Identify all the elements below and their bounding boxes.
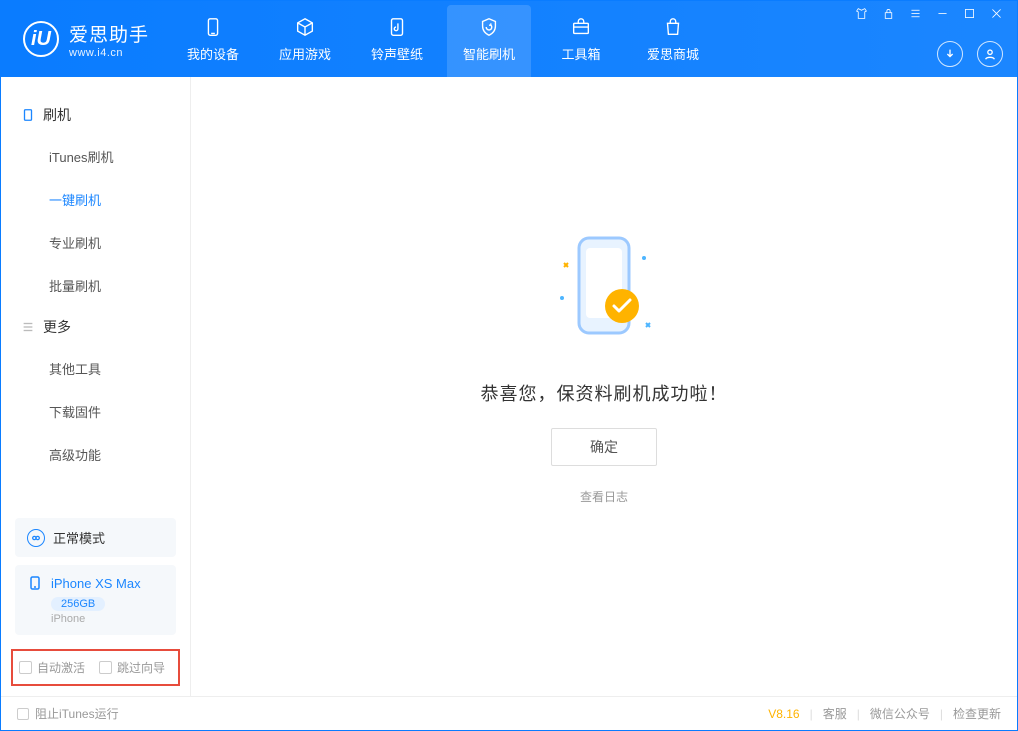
separator: | (810, 707, 813, 721)
checkbox-label: 阻止iTunes运行 (35, 705, 119, 722)
tab-label: 我的设备 (187, 44, 239, 63)
sidebar-item-advanced[interactable]: 高级功能 (1, 433, 190, 476)
device-card[interactable]: iPhone XS Max 256GB iPhone (15, 565, 176, 635)
sidebar-item-pro-flash[interactable]: 专业刷机 (1, 221, 190, 264)
header: iU 爱思助手 www.i4.cn 我的设备 应用游戏 铃声壁纸 智能刷机 工具… (1, 1, 1017, 77)
main-content: 恭喜您，保资料刷机成功啦！ 确定 查看日志 (191, 77, 1017, 696)
app-name-en: www.i4.cn (69, 47, 149, 59)
phone-icon (202, 16, 224, 38)
tab-ringtone-wallpaper[interactable]: 铃声壁纸 (351, 1, 443, 77)
checkbox-skip-guide[interactable]: 跳过向导 (99, 659, 165, 676)
sidebar-item-itunes-flash[interactable]: iTunes刷机 (1, 135, 190, 178)
close-icon[interactable] (990, 7, 1003, 20)
device-icon (21, 108, 35, 122)
tab-smart-flash[interactable]: 智能刷机 (443, 1, 535, 77)
checkbox-label: 自动激活 (37, 659, 85, 676)
shield-refresh-icon (478, 16, 500, 38)
footer-link-wechat[interactable]: 微信公众号 (870, 705, 930, 722)
sidebar: 刷机 iTunes刷机 一键刷机 专业刷机 批量刷机 更多 其他工具 下载固件 … (1, 77, 191, 696)
checkbox-icon (17, 708, 29, 720)
footer: 阻止iTunes运行 V8.16 | 客服 | 微信公众号 | 检查更新 (1, 696, 1017, 730)
tab-label: 工具箱 (562, 44, 601, 63)
shirt-icon[interactable] (855, 7, 868, 20)
cube-icon (294, 16, 316, 38)
success-message: 恭喜您，保资料刷机成功啦！ (481, 380, 728, 406)
tab-label: 智能刷机 (463, 44, 515, 63)
tab-apps-games[interactable]: 应用游戏 (259, 1, 351, 77)
device-name: iPhone XS Max (51, 576, 141, 591)
version-text: V8.16 (768, 707, 799, 721)
user-icon (983, 47, 997, 61)
tab-label: 爱思商城 (647, 44, 699, 63)
sidebar-group-flash: 刷机 (1, 95, 190, 135)
user-controls (937, 41, 1003, 67)
view-log-link[interactable]: 查看日志 (580, 488, 628, 505)
status-icon (27, 529, 45, 547)
sidebar-item-oneclick-flash[interactable]: 一键刷机 (1, 178, 190, 221)
tab-store[interactable]: 爱思商城 (627, 1, 719, 77)
main-tabs: 我的设备 应用游戏 铃声壁纸 智能刷机 工具箱 爱思商城 (167, 1, 719, 77)
phone-small-icon (27, 575, 43, 591)
logo-text: 爱思助手 www.i4.cn (69, 20, 149, 59)
status-card[interactable]: 正常模式 (15, 518, 176, 557)
header-right (855, 1, 1003, 77)
maximize-icon[interactable] (963, 7, 976, 20)
separator: | (857, 707, 860, 721)
device-storage: 256GB (51, 597, 105, 611)
ok-button[interactable]: 确定 (551, 428, 657, 466)
sidebar-item-download-firmware[interactable]: 下载固件 (1, 390, 190, 433)
user-button[interactable] (977, 41, 1003, 67)
sidebar-item-other-tools[interactable]: 其他工具 (1, 347, 190, 390)
checkbox-label: 跳过向导 (117, 659, 165, 676)
bag-icon (662, 16, 684, 38)
toolbox-icon (570, 16, 592, 38)
footer-link-support[interactable]: 客服 (823, 705, 847, 722)
success-illustration (544, 228, 664, 358)
minimize-icon[interactable] (936, 7, 949, 20)
tab-toolbox[interactable]: 工具箱 (535, 1, 627, 77)
footer-link-update[interactable]: 检查更新 (953, 705, 1001, 722)
checkbox-auto-activate[interactable]: 自动激活 (19, 659, 85, 676)
lock-icon[interactable] (882, 7, 895, 20)
menu-icon[interactable] (909, 7, 922, 20)
sidebar-item-batch-flash[interactable]: 批量刷机 (1, 264, 190, 307)
footer-right: V8.16 | 客服 | 微信公众号 | 检查更新 (768, 705, 1001, 722)
checkbox-block-itunes[interactable]: 阻止iTunes运行 (17, 705, 119, 722)
list-icon (21, 320, 35, 334)
app-logo: iU 爱思助手 www.i4.cn (1, 1, 167, 77)
group-title: 更多 (43, 317, 71, 337)
options-highlight: 自动激活 跳过向导 (11, 649, 180, 686)
group-title: 刷机 (43, 105, 71, 125)
logo-icon: iU (23, 21, 59, 57)
separator: | (940, 707, 943, 721)
sidebar-group-more: 更多 (1, 307, 190, 347)
download-icon (943, 47, 957, 61)
app-name-cn: 爱思助手 (69, 20, 149, 47)
body: 刷机 iTunes刷机 一键刷机 专业刷机 批量刷机 更多 其他工具 下载固件 … (1, 77, 1017, 696)
tab-label: 铃声壁纸 (371, 44, 423, 63)
music-file-icon (386, 16, 408, 38)
window-controls (855, 7, 1003, 20)
tab-my-device[interactable]: 我的设备 (167, 1, 259, 77)
device-type: iPhone (51, 613, 164, 625)
tab-label: 应用游戏 (279, 44, 331, 63)
checkbox-icon (19, 661, 32, 674)
checkbox-icon (99, 661, 112, 674)
download-button[interactable] (937, 41, 963, 67)
status-text: 正常模式 (53, 528, 105, 547)
